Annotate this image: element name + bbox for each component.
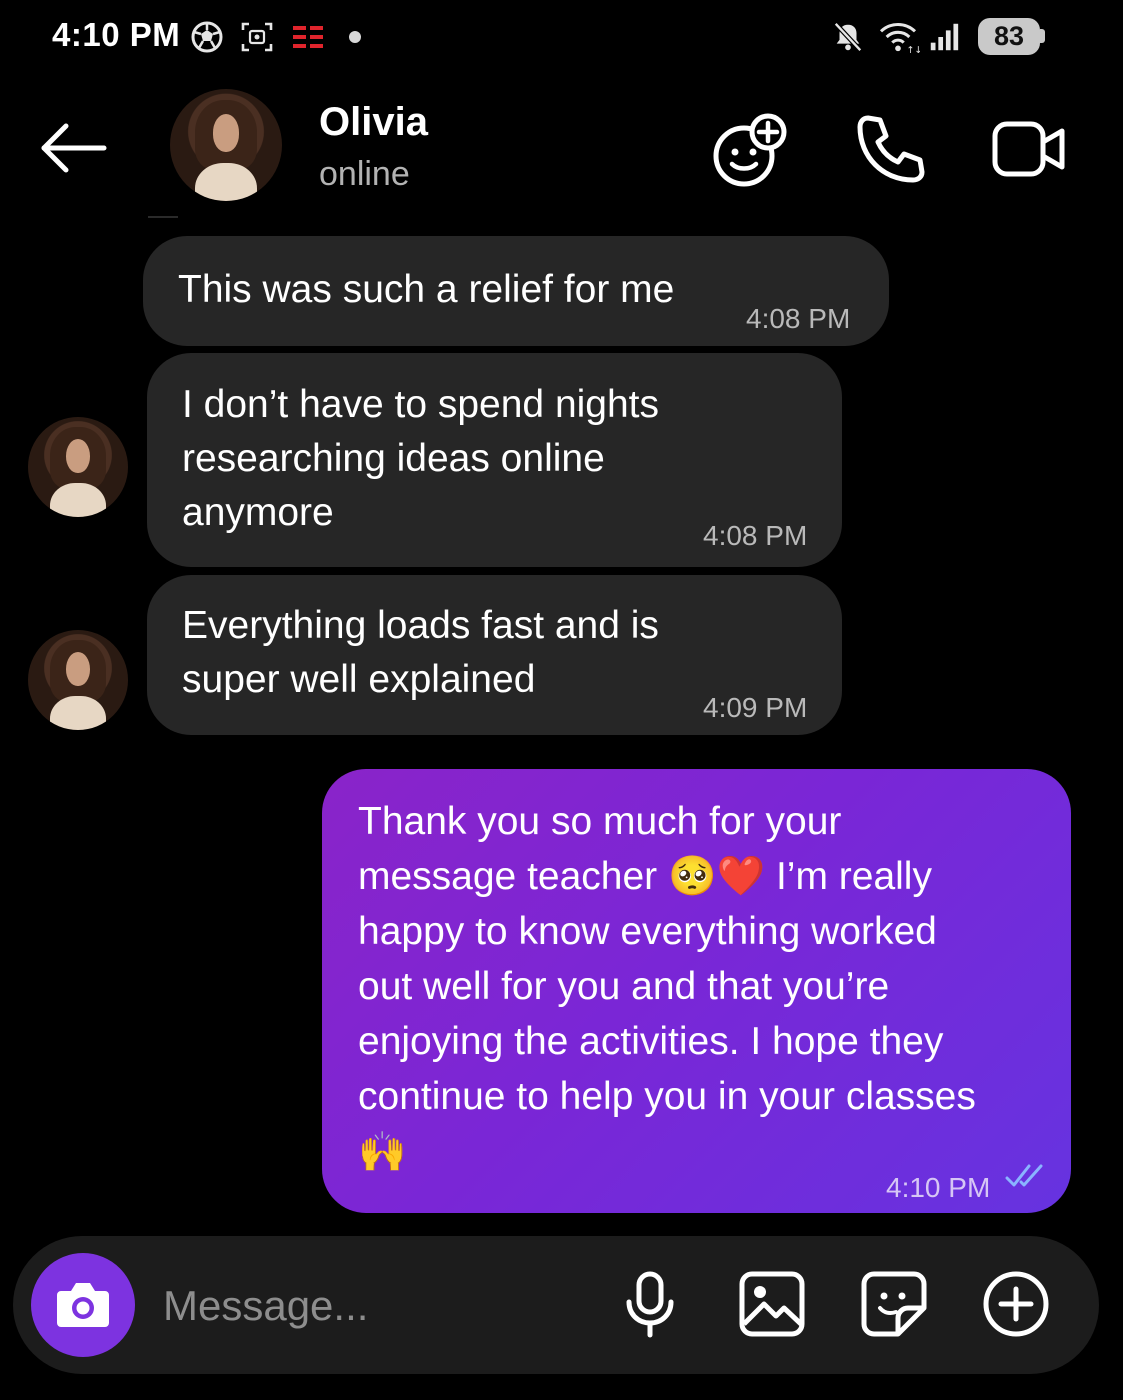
message-line: I don’t have to spend nights <box>182 383 660 426</box>
message-line: 🙌 <box>358 1131 407 1174</box>
signal-icon <box>930 23 959 51</box>
message-line: researching ideas online <box>182 437 605 480</box>
add-emoji-icon[interactable] <box>710 110 790 190</box>
phone-icon[interactable] <box>850 110 930 190</box>
message-bubble-incoming[interactable]: Everything loads fast and is super well … <box>147 575 842 735</box>
message-time: 4:09 PM <box>703 692 808 723</box>
message-composer <box>13 1236 1099 1374</box>
message-line: anymore <box>182 491 334 534</box>
message-line: Everything loads fast and is <box>182 604 659 647</box>
gallery-icon[interactable] <box>736 1268 808 1340</box>
video-call-icon[interactable] <box>990 110 1070 190</box>
read-receipt-icon <box>1005 1164 1043 1187</box>
status-bar: 4:10 PM ↑ 83 <box>0 0 1123 75</box>
message-line: continue to help you in your classes <box>358 1075 976 1118</box>
screen-capture-icon <box>241 22 273 52</box>
message-input[interactable] <box>163 1275 583 1337</box>
message-bubble-incoming[interactable]: This was such a relief for me 4:08 PM <box>143 236 889 346</box>
battery-icon: 83 <box>978 18 1040 55</box>
message-line: super well explained <box>182 658 536 701</box>
contact-name[interactable]: Olivia <box>319 100 428 145</box>
sticker-icon[interactable] <box>858 1268 930 1340</box>
message-time: 4:10 PM <box>886 1172 991 1203</box>
plus-icon[interactable] <box>980 1268 1052 1340</box>
notification-dot <box>349 31 361 43</box>
message-text: This was such a relief for me <box>178 268 675 311</box>
message-line: out well for you and that you’re <box>358 965 890 1008</box>
message-line: happy to know everything worked <box>358 910 937 953</box>
camera-button[interactable] <box>31 1253 135 1357</box>
message-line: enjoying the activities. I hope they <box>358 1020 944 1063</box>
message-time: 4:08 PM <box>746 303 851 334</box>
microphone-icon[interactable] <box>614 1268 686 1340</box>
carrier-logo-icon <box>293 26 323 48</box>
status-time: 4:10 PM <box>52 16 181 53</box>
message-list[interactable]: This was such a relief for me 4:08 PM I … <box>0 216 1123 1230</box>
divider <box>148 216 178 218</box>
contact-avatar[interactable] <box>170 89 282 201</box>
message-bubble-outgoing[interactable]: Thank you so much for your message teach… <box>322 769 1071 1213</box>
wifi-icon: ↑↓ <box>879 22 921 54</box>
battery-nub <box>1040 29 1045 43</box>
contact-status: online <box>319 155 410 193</box>
message-bubble-incoming[interactable]: I don’t have to spend nights researching… <box>147 353 842 567</box>
message-line: message teacher 🥺❤️ I’m really <box>358 855 932 898</box>
sender-avatar[interactable] <box>28 630 128 730</box>
camera-icon <box>57 1283 109 1327</box>
chat-screen: 4:10 PM ↑ 83 Olivia online This was such… <box>0 0 1123 1400</box>
mute-icon <box>833 22 863 52</box>
message-time: 4:08 PM <box>703 520 808 551</box>
back-arrow-icon[interactable] <box>36 120 112 176</box>
chat-header: Olivia online <box>0 80 1123 220</box>
sender-avatar[interactable] <box>28 417 128 517</box>
soccer-ball-icon <box>191 21 223 53</box>
message-line: Thank you so much for your <box>358 800 842 843</box>
svg-text:↑↓: ↑↓ <box>907 45 921 54</box>
